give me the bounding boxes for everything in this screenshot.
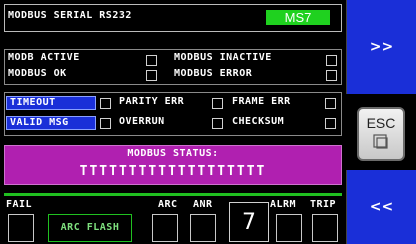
modbus-ok-label: MODBUS OK [8,68,67,79]
arc-indicator [152,214,178,242]
next-page-button[interactable]: >> [346,0,416,94]
parity-err-label: PARITY ERR [119,96,185,107]
prev-arrow-icon: << [369,199,394,215]
parity-err-indicator [212,98,223,109]
esc-exit-icon [373,134,388,149]
anr-label: ANR [193,199,213,210]
prev-page-button[interactable]: << [346,170,416,244]
esc-button[interactable]: ESC [357,107,405,161]
anr-indicator [190,214,216,242]
valid-msg-label: VALID MSG [6,116,96,130]
fail-label: FAIL [6,199,33,210]
modbus-inactive-indicator [326,55,337,66]
modbus-status-label: MODBUS STATUS: [127,148,219,159]
modb-active-indicator [146,55,157,66]
alrm-label: ALRM [270,199,297,210]
modbus-status-value: TTTTTTTTTTTTTTTTTTT [79,164,267,179]
timeout-label: TIMEOUT [6,96,96,110]
esc-label: ESC [366,115,396,131]
timeout-indicator [100,98,111,109]
modbus-error-label: MODBUS ERROR [174,68,253,79]
modbus-error-indicator [326,70,337,81]
divider [4,193,342,196]
alrm-indicator [276,214,302,242]
trip-indicator [312,214,338,242]
module-badge: MS7 [266,10,330,25]
modbus-ok-indicator [146,70,157,81]
valid-msg-indicator [100,118,111,129]
checksum-label: CHECKSUM [232,116,285,127]
event-counter: 7 [229,202,269,242]
trip-label: TRIP [310,199,337,210]
next-arrow-icon: >> [369,39,394,55]
overrun-label: OVERRUN [119,116,165,127]
modb-active-label: MODB ACTIVE [8,52,80,63]
modbus-inactive-label: MODBUS INACTIVE [174,52,272,63]
checksum-indicator [325,118,336,129]
page-title: MODBUS SERIAL RS232 [8,10,132,21]
arc-label: ARC [158,199,178,210]
frame-err-indicator [325,98,336,109]
frame-err-label: FRAME ERR [232,96,291,107]
fail-indicator [8,214,34,242]
arc-flash-label: ARC FLASH [60,222,120,233]
overrun-indicator [212,118,223,129]
